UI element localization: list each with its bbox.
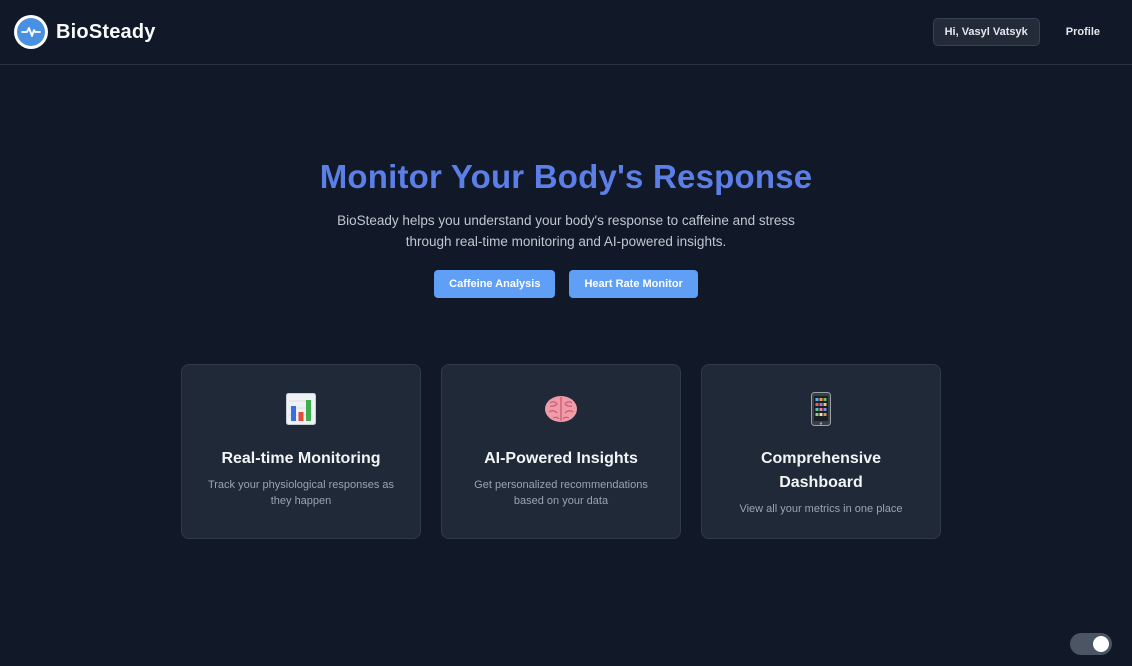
hero-section: Monitor Your Body's Response BioSteady h… [0, 150, 1132, 298]
top-nav-bar: BioSteady Hi, Vasyl Vatsyk Profile [0, 0, 1132, 65]
logo-heartbeat-icon [14, 15, 48, 49]
mobile-phone-icon [811, 391, 831, 427]
feature-title: Real-time Monitoring [221, 450, 381, 467]
header-nav: Hi, Vasyl Vatsyk Profile [932, 18, 1100, 46]
feature-title: AI-Powered Insights [484, 450, 638, 467]
feature-card-monitoring: Real-time Monitoring Track your physiolo… [181, 364, 421, 539]
theme-toggle-switch[interactable] [1070, 633, 1112, 655]
brain-icon [544, 391, 578, 427]
feature-title: Comprehensive Dashboard [760, 450, 882, 491]
hero-title: Monitor Your Body's Response [319, 158, 813, 195]
feature-description: Get personalized recommendations based o… [474, 479, 648, 507]
brand[interactable]: BioSteady [14, 15, 156, 49]
bar-chart-icon [286, 391, 316, 427]
feature-cards: Real-time Monitoring Track your physiolo… [181, 364, 941, 539]
heart-rate-monitor-button[interactable]: Heart Rate Monitor [569, 270, 698, 298]
feature-card-dashboard: Comprehensive Dashboard View all your me… [701, 364, 941, 539]
toggle-knob [1093, 636, 1109, 652]
feature-description: View all your metrics in one place [739, 503, 903, 515]
feature-description: Track your physiological responses as th… [207, 479, 395, 507]
cta-button-row: Caffeine Analysis Heart Rate Monitor [0, 270, 1132, 298]
caffeine-analysis-button[interactable]: Caffeine Analysis [434, 270, 556, 298]
page: BioSteady Hi, Vasyl Vatsyk Profile Monit… [0, 0, 1132, 666]
user-greeting-button[interactable]: Hi, Vasyl Vatsyk [932, 18, 1040, 46]
profile-link[interactable]: Profile [1066, 26, 1100, 38]
hero-description: BioSteady helps you understand your body… [337, 213, 795, 249]
feature-card-insights: AI-Powered Insights Get personalized rec… [441, 364, 681, 539]
brand-name: BioSteady [56, 20, 156, 43]
